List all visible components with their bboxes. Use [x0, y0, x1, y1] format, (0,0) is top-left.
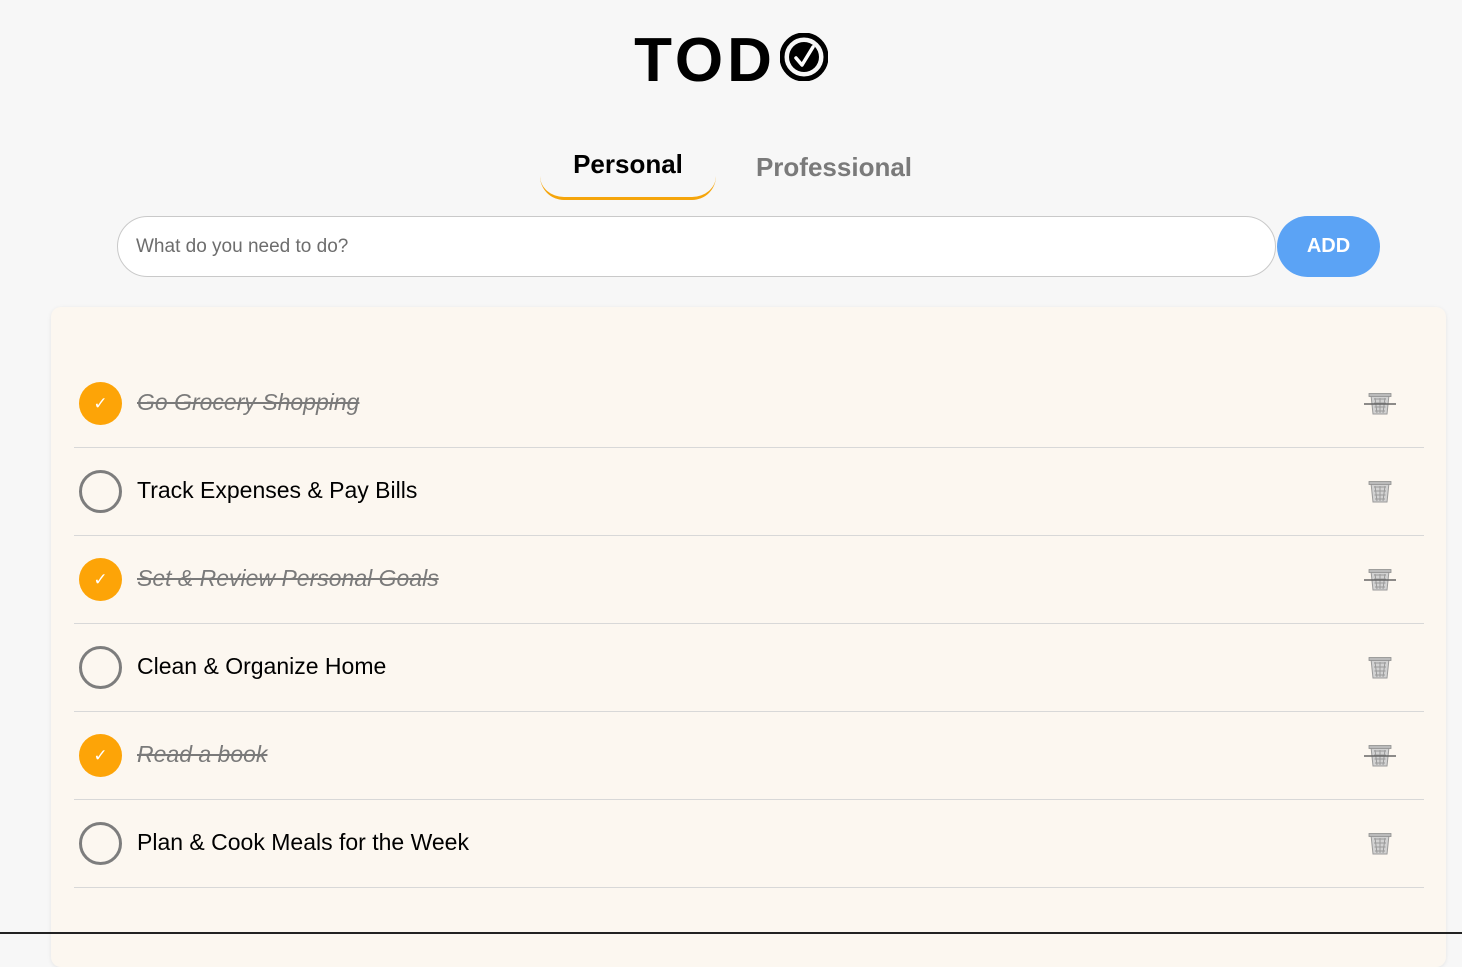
trash-icon[interactable] [1364, 392, 1396, 416]
app-header: TOD [0, 26, 1462, 96]
task-item: Plan & Cook Meals for the Week [74, 800, 1424, 888]
task-text: Set & Review Personal Goals [137, 565, 439, 591]
task-item: Track Expenses & Pay Bills [74, 448, 1424, 536]
task-list: ✓ Go Grocery Shopping Track Expenses & Pay… [74, 360, 1424, 888]
checkmark-icon: ✓ [93, 745, 108, 766]
task-checkbox[interactable]: ✓ [79, 382, 122, 425]
add-task-form: ADD [117, 216, 1380, 277]
task-item: ✓ Go Grocery Shopping [74, 360, 1424, 448]
trash-icon[interactable] [1364, 832, 1396, 856]
task-input[interactable] [117, 216, 1276, 277]
task-item: ✓ Read a book [74, 712, 1424, 800]
check-circle-icon [779, 32, 829, 82]
app-title: TOD [634, 26, 776, 95]
task-checkbox[interactable] [79, 822, 122, 865]
checkmark-icon: ✓ [93, 569, 108, 590]
checkmark-icon: ✓ [93, 393, 108, 414]
add-button[interactable]: ADD [1277, 216, 1380, 277]
trash-icon[interactable] [1364, 744, 1396, 768]
task-text: Read a book [137, 741, 268, 767]
task-text: Plan & Cook Meals for the Week [137, 829, 469, 855]
trash-icon[interactable] [1364, 480, 1396, 504]
task-item: ✓ Set & Review Personal Goals [74, 536, 1424, 624]
tab-professional[interactable]: Professional [746, 140, 922, 200]
task-checkbox[interactable] [79, 646, 122, 689]
task-text: Track Expenses & Pay Bills [137, 477, 418, 503]
task-checkbox[interactable] [79, 470, 122, 513]
task-checkbox[interactable]: ✓ [79, 558, 122, 601]
task-text: Clean & Organize Home [137, 653, 387, 679]
task-checkbox[interactable]: ✓ [79, 734, 122, 777]
tab-bar: Personal Professional [0, 140, 1462, 200]
task-text: Go Grocery Shopping [137, 389, 360, 415]
tab-personal[interactable]: Personal [540, 140, 716, 200]
trash-icon[interactable] [1364, 568, 1396, 592]
trash-icon[interactable] [1364, 656, 1396, 680]
task-item: Clean & Organize Home [74, 624, 1424, 712]
